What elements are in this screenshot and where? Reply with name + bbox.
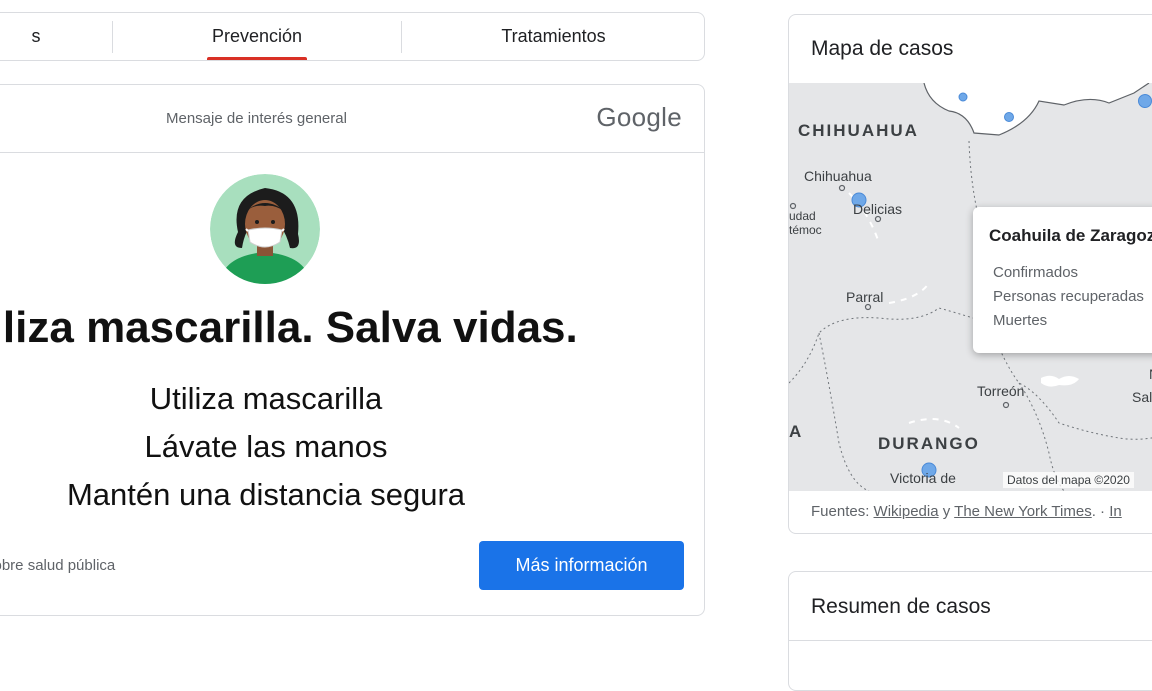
- map-title: Mapa de casos: [811, 37, 954, 60]
- tab-previous[interactable]: s: [0, 13, 111, 60]
- sources-prefix: Fuentes:: [811, 503, 870, 520]
- ad-message-line: Mantén una distancia segura: [66, 477, 466, 512]
- wikipedia-link[interactable]: Wikipedia: [874, 503, 939, 520]
- tab-label: s: [31, 26, 41, 46]
- ad-footer-text: sobre salud pública: [0, 557, 116, 574]
- tab-tratamientos[interactable]: Tratamientos: [402, 13, 705, 60]
- map-city-label: Torreón: [977, 383, 1025, 399]
- ad-header: Mensaje de interés general Google: [0, 85, 704, 153]
- map-city-label: Sal: [1132, 389, 1152, 405]
- ad-label: Mensaje de interés general: [166, 110, 347, 127]
- summary-title: Resumen de casos: [811, 595, 991, 618]
- cases-map[interactable]: CHIHUAHUA DURANGO A Chihuahua Delicias u…: [789, 83, 1152, 491]
- tab-label: Tratamientos: [501, 26, 606, 46]
- map-city-label: Delicias: [853, 201, 903, 217]
- map-city-label: Victoria de: [890, 470, 956, 486]
- nytimes-link[interactable]: The New York Times: [954, 503, 1092, 520]
- map-attribution: Datos del mapa ©2020: [1003, 472, 1134, 488]
- map-city-label: témoc: [789, 223, 822, 237]
- tooltip-row-label: Confirmados: [993, 264, 1079, 281]
- case-summary-card: Resumen de casos: [788, 571, 1152, 691]
- sources-suffix: . ·: [1091, 503, 1106, 520]
- section-tabs: s Prevención Tratamientos: [0, 12, 705, 61]
- region-tooltip: Coahuila de Zaragoza Confirmados Persona…: [973, 207, 1152, 353]
- map-sources: Fuentes: Wikipedia y The New York Times.…: [811, 503, 1122, 520]
- ad-message-line: Utiliza mascarilla: [149, 381, 383, 416]
- google-logo: Google: [596, 102, 682, 132]
- psa-ad-card: Mensaje de interés general Google Utiliz…: [0, 84, 705, 616]
- masked-person-avatar-icon: [210, 174, 320, 284]
- map-city-label: Parral: [846, 289, 884, 305]
- more-info-button[interactable]: Más información: [479, 541, 684, 590]
- sources-join: y: [942, 503, 951, 520]
- summary-divider: [789, 640, 1152, 641]
- ad-message-line: Lávate las manos: [144, 429, 388, 464]
- map-state-label: A: [789, 422, 804, 441]
- tab-label: Prevención: [211, 26, 303, 46]
- ad-headline: Utiliza mascarilla. Salva vidas.: [0, 303, 578, 352]
- tooltip-row-label: Muertes: [993, 312, 1048, 329]
- map-state-label: CHIHUAHUA: [798, 121, 919, 140]
- tooltip-title: Coahuila de Zaragoza: [989, 226, 1152, 245]
- map-state-label: DURANGO: [878, 434, 980, 453]
- active-tab-indicator: [207, 57, 307, 60]
- cases-map-card: Mapa de casos CHIHUAHUA DURANGO A Chihua…: [788, 14, 1152, 534]
- map-city-label: udad: [789, 209, 816, 223]
- more-info-link[interactable]: In: [1109, 503, 1122, 520]
- tooltip-row-label: Personas recuperadas: [993, 288, 1144, 305]
- tab-prevencion[interactable]: Prevención: [113, 13, 401, 60]
- map-city-label: Chihuahua: [804, 168, 872, 184]
